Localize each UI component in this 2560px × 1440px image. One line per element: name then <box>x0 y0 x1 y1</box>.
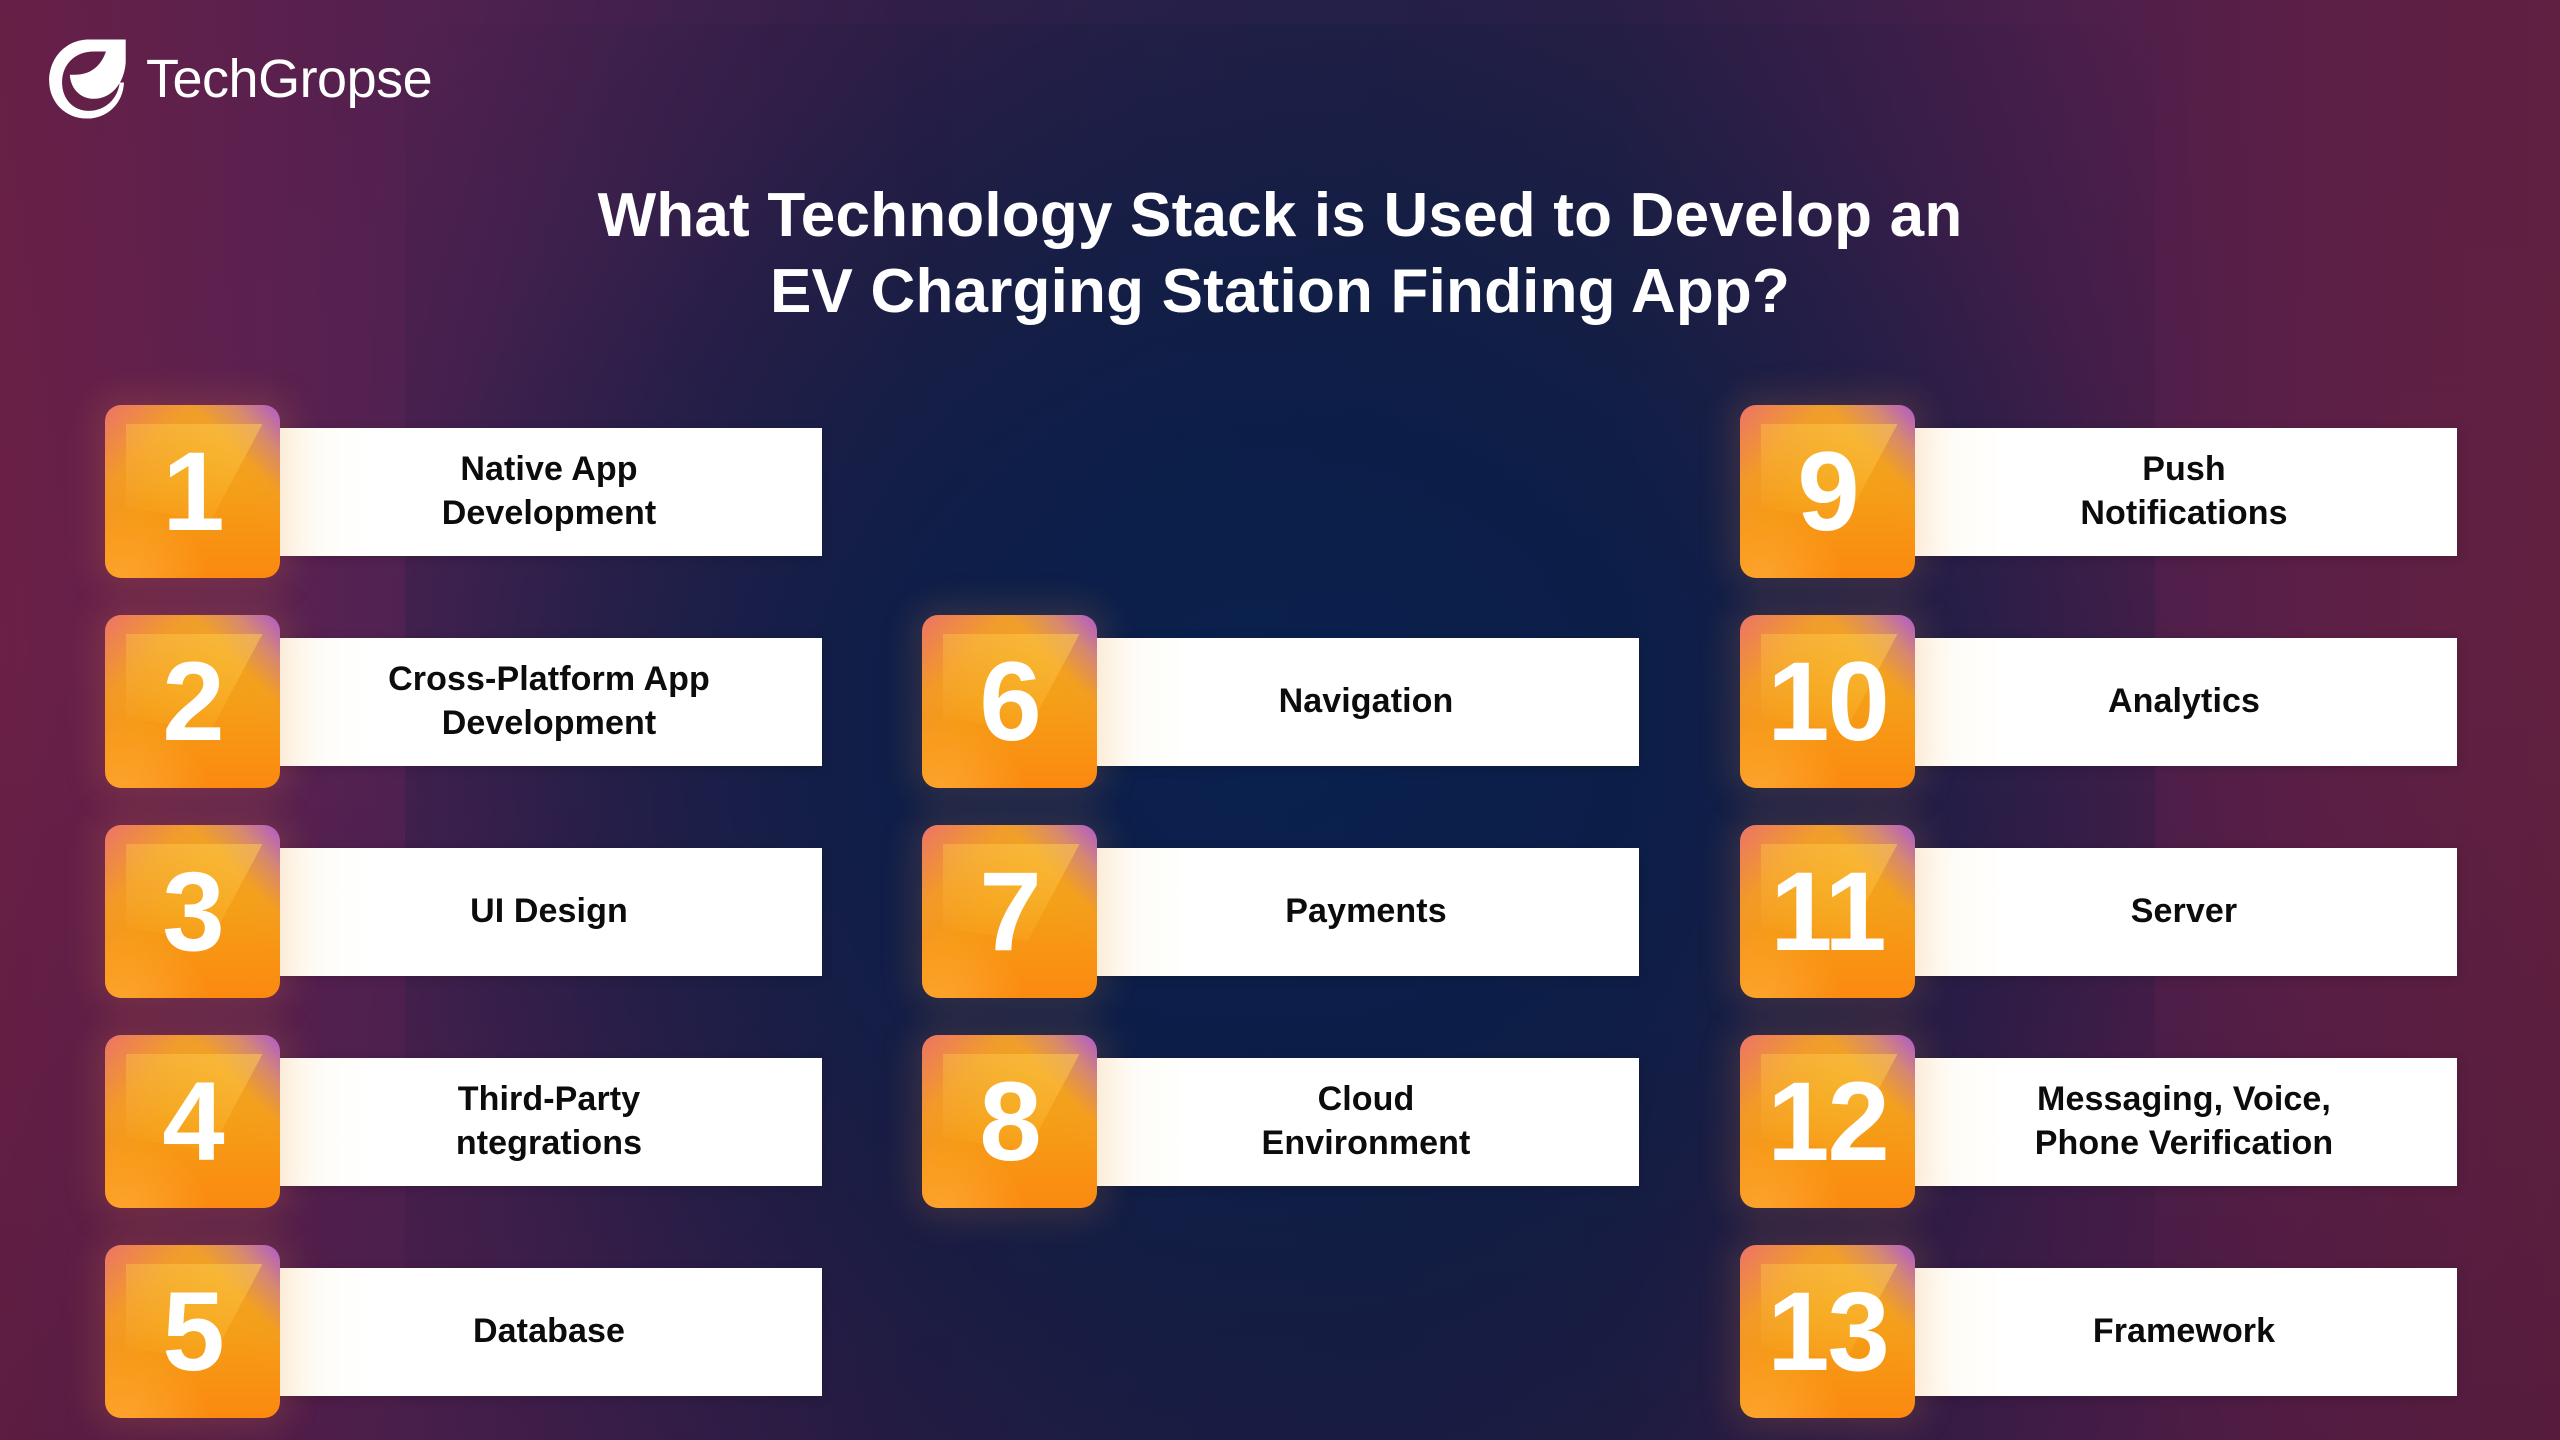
item-number: 13 <box>1767 1268 1890 1394</box>
item-label: Server <box>2130 892 2238 931</box>
item-number-badge: 12 <box>1740 1035 1915 1208</box>
list-item: 7 Payments <box>922 825 1639 998</box>
list-item: 9 Push Notifications <box>1740 405 2457 578</box>
item-label: Third-Party ntegrations <box>455 1080 643 1162</box>
item-card: Analytics <box>1911 638 2457 766</box>
list-item: 4 Third-Party ntegrations <box>105 1035 822 1208</box>
item-label: Cloud Environment <box>1261 1080 1471 1162</box>
item-label: Push Notifications <box>2080 450 2288 532</box>
item-card: Messaging, Voice, Phone Verification <box>1911 1058 2457 1186</box>
item-label: Database <box>473 1312 625 1351</box>
item-card: Server <box>1911 848 2457 976</box>
item-number: 3 <box>162 848 224 974</box>
item-number-badge: 4 <box>105 1035 280 1208</box>
item-label: Payments <box>1285 892 1447 931</box>
item-number: 5 <box>162 1268 224 1394</box>
list-item: 12 Messaging, Voice, Phone Verification <box>1740 1035 2457 1208</box>
item-number: 4 <box>162 1058 224 1184</box>
item-number-badge: 3 <box>105 825 280 998</box>
list-item: 8 Cloud Environment <box>922 1035 1639 1208</box>
item-number-badge: 6 <box>922 615 1097 788</box>
item-label: Analytics <box>2107 682 2261 721</box>
list-item: 3 UI Design <box>105 825 822 998</box>
item-card: Native App Development <box>276 428 822 556</box>
item-card: Navigation <box>1093 638 1639 766</box>
list-item: 11 Server <box>1740 825 2457 998</box>
page-title-line-1: What Technology Stack is Used to Develop… <box>597 181 1963 250</box>
item-label: Messaging, Voice, Phone Verification <box>2034 1080 2334 1162</box>
item-label: Native App Development <box>441 450 657 532</box>
item-number-badge: 8 <box>922 1035 1097 1208</box>
item-number-badge: 11 <box>1740 825 1915 998</box>
item-number: 6 <box>979 638 1041 764</box>
item-number: 9 <box>1797 428 1859 554</box>
item-card: Push Notifications <box>1911 428 2457 556</box>
list-item: 6 Navigation <box>922 615 1639 788</box>
item-number-badge: 5 <box>105 1245 280 1418</box>
item-number: 10 <box>1767 638 1890 764</box>
item-number: 7 <box>979 848 1041 974</box>
item-number-badge: 9 <box>1740 405 1915 578</box>
list-item: 2 Cross-Platform App Development <box>105 615 822 788</box>
item-number-badge: 10 <box>1740 615 1915 788</box>
item-card: Cross-Platform App Development <box>276 638 822 766</box>
item-card: Third-Party ntegrations <box>276 1058 822 1186</box>
page-title-line-2: EV Charging Station Finding App? <box>769 256 1791 326</box>
item-card: Database <box>276 1268 822 1396</box>
item-number: 8 <box>979 1058 1041 1184</box>
g-logo-mark-icon <box>49 39 126 119</box>
item-number: 1 <box>162 428 224 554</box>
item-number-badge: 13 <box>1740 1245 1915 1418</box>
brand-logo: TechGropse <box>44 36 433 122</box>
list-item: 13 Framework <box>1740 1245 2457 1418</box>
item-label: Navigation <box>1278 682 1454 721</box>
item-number-badge: 2 <box>105 615 280 788</box>
item-number: 12 <box>1767 1058 1890 1184</box>
infographic-canvas: TechGropse What Technology Stack is Used… <box>0 0 2560 1440</box>
page-title: What Technology Stack is Used to Develop… <box>0 178 2560 329</box>
item-number-badge: 1 <box>105 405 280 578</box>
item-label: UI Design <box>470 892 628 931</box>
list-item: 10 Analytics <box>1740 615 2457 788</box>
item-number: 11 <box>1770 848 1886 974</box>
item-card: Payments <box>1093 848 1639 976</box>
item-number-badge: 7 <box>922 825 1097 998</box>
list-item: 5 Database <box>105 1245 822 1418</box>
item-card: UI Design <box>276 848 822 976</box>
item-label: Cross-Platform App Development <box>388 660 710 742</box>
brand-name: TechGropse <box>146 49 433 109</box>
item-number: 2 <box>162 638 224 764</box>
list-item: 1 Native App Development <box>105 405 822 578</box>
item-card: Cloud Environment <box>1093 1058 1639 1186</box>
item-label: Framework <box>2092 1312 2276 1351</box>
item-card: Framework <box>1911 1268 2457 1396</box>
